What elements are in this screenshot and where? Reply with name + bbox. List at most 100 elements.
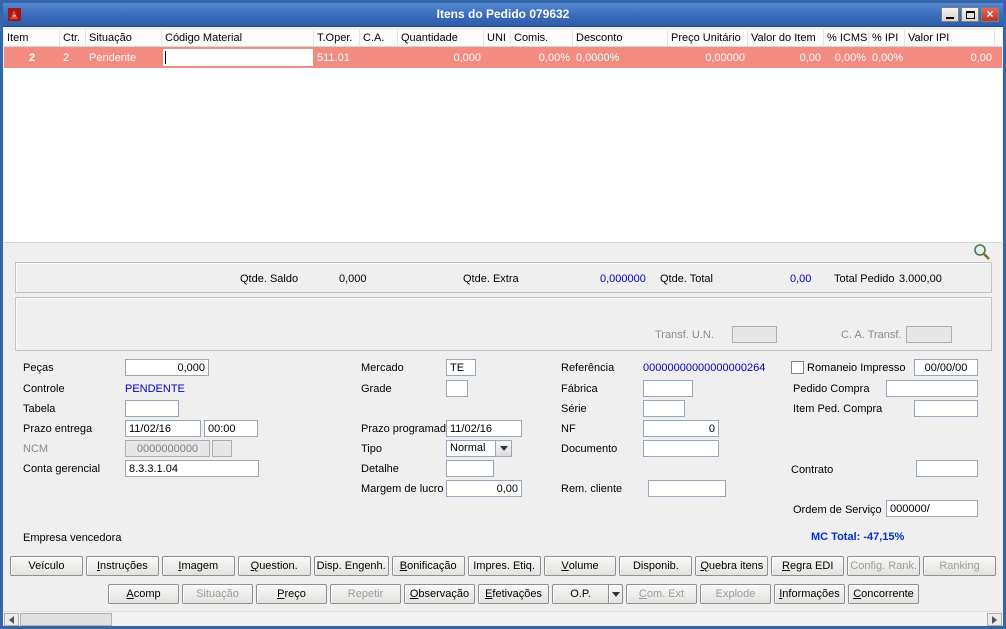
referencia-value: 00000000000000000264 [643,362,766,374]
window-controls: × [941,7,999,22]
contrato-field[interactable] [916,460,978,477]
row-cell-ipi[interactable]: 0,00% [869,52,905,64]
detalhe-label: Detalhe [361,463,399,475]
text-caret [165,51,166,64]
grid-row[interactable]: 2 2 Pendente 511.01 0,000 0,00% 0,0000% 0,00000… [4,47,1002,68]
button-veiculo[interactable]: Veículo [10,556,83,576]
button-observacao[interactable]: Observação [404,584,475,604]
row-cell-valor-do-item[interactable]: 0,00 [748,52,824,64]
button-question[interactable]: Question. [237,556,311,576]
grade-field[interactable] [446,380,468,397]
row-cell-situacao[interactable]: Pendente [86,52,162,64]
minimize-button[interactable] [941,7,959,22]
scroll-right-button[interactable] [987,613,1002,626]
row-cell-item[interactable]: 2 [4,52,60,64]
qtde-extra-label: Qtde. Extra [463,273,519,285]
button-quebra-itens[interactable]: Quebra itens [695,556,769,576]
prazo-programado-field[interactable] [446,420,522,437]
button-efetivacoes[interactable]: Efetivações [478,584,549,604]
button-volume[interactable]: Volume [543,556,617,576]
close-button[interactable]: × [981,7,999,22]
button-disp-engenh[interactable]: Disp. Engenh. [313,556,389,576]
pedido-compra-field[interactable] [886,380,978,397]
row-cell-preco-unitario[interactable]: 0,00000 [668,52,748,64]
button-bonificacao[interactable]: Bonificação [391,556,465,576]
button-repetir: Repetir [330,584,401,604]
button-instrucoes[interactable]: Instruções [85,556,159,576]
item-ped-compra-field[interactable] [914,400,978,417]
column-header-ctr[interactable]: Ctr. [60,30,86,46]
romaneio-impresso-label: Romaneio Impresso [807,362,906,374]
row-cell-ctr[interactable]: 2 [60,52,86,64]
button-o-p-dropdown[interactable] [608,584,623,604]
pecas-label: Peças [23,362,54,374]
button-preco[interactable]: Preço [256,584,327,604]
button-o-p-split: O.P. [552,584,623,604]
prazo-entrega-time-field[interactable] [204,420,258,437]
tipo-select[interactable]: Normal [446,440,512,457]
button-imagem[interactable]: Imagem [161,556,235,576]
prazo-entrega-label: Prazo entrega [23,423,93,435]
column-header-ipi[interactable]: % IPI [869,30,905,46]
row-cell-icms[interactable]: 0,00% [824,52,869,64]
transf-un-field [732,326,777,343]
column-header-codigo-material[interactable]: Código Material [162,30,314,46]
button-impres-etiq[interactable]: Impres. Etiq. [467,556,541,576]
pecas-field[interactable] [125,359,209,376]
column-header-icms[interactable]: % ICMS [824,30,869,46]
row-cell-valor-ipi[interactable]: 0,00 [905,52,995,64]
nf-field[interactable] [643,420,719,437]
codigo-material-input[interactable] [163,49,313,66]
close-icon: × [986,7,994,21]
serie-field[interactable] [643,400,685,417]
button-concorrente[interactable]: Concorrente [848,584,919,604]
rem-cliente-field[interactable] [648,480,726,497]
button-informacoes[interactable]: Informações [774,584,845,604]
button-acomp[interactable]: Acomp [108,584,179,604]
column-header-c-a[interactable]: C.A. [360,30,398,46]
romaneio-date-field[interactable] [914,359,978,376]
column-header-item[interactable]: Item [4,30,60,46]
controle-label: Controle [23,383,65,395]
column-header-uni[interactable]: UNI [484,30,511,46]
row-cell-comis[interactable]: 0,00% [511,52,573,64]
mercado-field[interactable] [446,359,476,376]
column-header-preco-unitario[interactable]: Preço Unitário [668,30,748,46]
scrollbar-thumb[interactable] [20,613,112,626]
qtde-total-label: Qtde. Total [660,273,713,285]
button-o-p[interactable]: O.P. [552,584,608,604]
documento-field[interactable] [643,440,719,457]
row-cell-quantidade[interactable]: 0,000 [398,52,484,64]
column-header-valor-do-item[interactable]: Valor do Item [748,30,824,46]
item-ped-compra-label: Item Ped. Compra [793,403,883,415]
row-cell-t-oper[interactable]: 511.01 [314,52,360,64]
button-regra-edi[interactable]: Regra EDI [771,556,845,576]
row-cell-desconto[interactable]: 0,0000% [573,52,668,64]
column-header-t-oper[interactable]: T.Oper. [314,30,360,46]
detalhe-field[interactable] [446,460,494,477]
ordem-servico-field[interactable] [886,500,978,517]
romaneio-impresso-checkbox[interactable] [791,361,804,374]
magnifier-icon[interactable] [973,243,991,264]
maximize-button[interactable] [961,7,979,22]
column-header-valor-ipi[interactable]: Valor IPI [905,30,995,46]
column-header-situacao[interactable]: Situação [86,30,162,46]
row-cell-codigo-material[interactable] [162,47,314,68]
margem-lucro-field[interactable] [446,480,522,497]
horizontal-scrollbar[interactable] [3,611,1003,626]
ncm-field [125,440,210,457]
fabrica-field[interactable] [643,380,693,397]
column-header-desconto[interactable]: Desconto [573,30,668,46]
tipo-dropdown-button[interactable] [496,440,512,457]
prazo-entrega-date-field[interactable] [125,420,201,437]
button-disponib[interactable]: Disponib. [619,556,693,576]
total-pedido-value: 3.000,00 [899,273,942,285]
scroll-left-button[interactable] [4,613,19,626]
column-header-comis[interactable]: Comis. [511,30,573,46]
column-header-quantidade[interactable]: Quantidade [398,30,484,46]
button-config-rank: Config. Rank. [847,556,921,576]
conta-gerencial-field[interactable] [125,460,259,477]
ordem-servico-label: Ordem de Serviço [793,504,882,516]
tabela-field[interactable] [125,400,179,417]
qtde-saldo-value: 0,000 [339,273,367,285]
